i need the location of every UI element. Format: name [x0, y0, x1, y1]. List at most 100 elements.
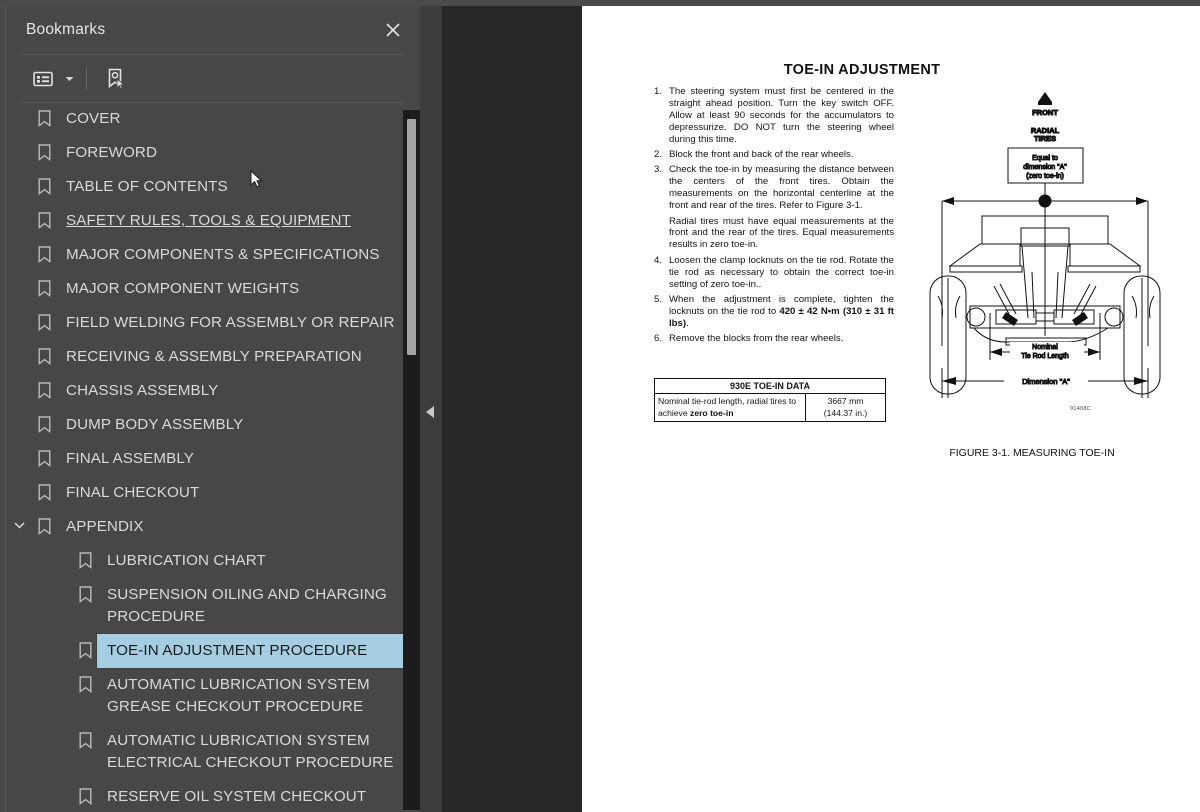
bookmark-list-scrollbar[interactable] [403, 110, 420, 810]
collapse-left-arrow-icon[interactable] [426, 406, 434, 418]
toe-in-figure: FRONT RADIAL TIRES Equal to dimension "A… [922, 88, 1172, 428]
nominal-label-1: Nominal [1032, 344, 1058, 351]
chevron-placeholder [47, 544, 73, 555]
pdf-page: TOE-IN ADJUSTMENT The steering system mu… [582, 6, 1200, 812]
chevron-placeholder [6, 102, 32, 113]
bookmark-icon [32, 272, 56, 297]
table-cell-value: 3667 mm (144.37 in.) [805, 393, 886, 422]
callout-line-1: Equal to [1032, 155, 1058, 162]
list-item: Remove the blocks from the rear wheels. [654, 333, 844, 345]
list-item: Loosen the clamp locknuts on the tie rod… [654, 254, 894, 290]
bookmark-item-appendix[interactable]: APPENDIX [6, 510, 403, 544]
bookmark-item-safety-rules-tools-equipment[interactable]: SAFETY RULES, TOOLS & EQUIPMENT [6, 204, 403, 238]
bookmark-item-label: COVER [66, 110, 121, 127]
bookmark-item-label: FOREWORD [66, 144, 158, 161]
chevron-down-icon[interactable] [62, 66, 76, 92]
list-item: When the adjustment is complete, tighten… [654, 294, 894, 330]
chevron-placeholder [47, 668, 73, 679]
callout-line-3: (zero toe-in) [1026, 173, 1064, 180]
bookmark-icon [32, 374, 56, 399]
table-header-cell: 930E TOE-IN DATA [654, 378, 886, 394]
panel-splitter[interactable] [420, 6, 442, 812]
bookmark-item-label: LUBRICATION CHART [107, 552, 266, 569]
procedure-step-list: The steering system must first be center… [654, 86, 894, 212]
chevron-down-icon[interactable] [6, 510, 32, 529]
bookmark-item-toe-in-adjustment-procedure[interactable]: TOE-IN ADJUSTMENT PROCEDURE [6, 633, 403, 669]
bookmark-item-chassis-assembly[interactable]: CHASSIS ASSEMBLY [6, 374, 403, 408]
bookmark-item-label: FINAL CHECKOUT [66, 484, 200, 501]
bookmark-icon [32, 476, 56, 501]
bookmark-icon [73, 578, 97, 603]
chevron-placeholder [6, 374, 32, 385]
list-item: Block the front and back of the rear whe… [654, 149, 854, 161]
chevron-placeholder [6, 272, 32, 283]
list-item: The steering system must first be center… [654, 86, 894, 145]
figure-caption: FIGURE 3-1. MEASURING TOE-IN [949, 447, 1115, 459]
procedure-step-list-continued: Loosen the clamp locknuts on the tie rod… [654, 255, 894, 345]
bookmarks-panel-header: Bookmarks [6, 6, 420, 54]
bookmark-icon [32, 510, 56, 535]
chevron-placeholder [6, 408, 32, 419]
bookmark-icon [73, 544, 97, 569]
bookmark-icon [32, 442, 56, 467]
toe-in-data-table: 930E TOE-IN DATA Nominal tie-rod length,… [654, 378, 886, 422]
chevron-placeholder [6, 204, 32, 215]
bookmark-item-reserve-oil-system-checkout-procedure[interactable]: RESERVE OIL SYSTEM CHECKOUT PROCEDURE [6, 780, 403, 812]
procedure-text-column: The steering system must first be center… [654, 86, 894, 349]
page-title: TOE-IN ADJUSTMENT [783, 62, 941, 78]
chevron-placeholder [47, 724, 73, 735]
toolbar-separator [86, 67, 87, 90]
bookmark-icon [73, 780, 97, 805]
bookmark-item-final-checkout[interactable]: FINAL CHECKOUT [6, 476, 403, 510]
bookmark-item-label: SUSPENSION OILING AND CHARGING PROCEDURE [107, 586, 387, 625]
bookmarks-toolbar [6, 55, 420, 102]
bookmark-item-final-assembly[interactable]: FINAL ASSEMBLY [6, 442, 403, 476]
scrollbar-thumb[interactable] [407, 119, 416, 355]
bookmark-icon [32, 170, 56, 195]
bookmark-item-major-components-specifications[interactable]: MAJOR COMPONENTS & SPECIFICATIONS [6, 238, 403, 272]
table-row: Nominal tie-rod length, radial tires to … [654, 393, 886, 422]
bookmark-item-table-of-contents[interactable]: TABLE OF CONTENTS [6, 170, 403, 204]
bookmark-item-dump-body-assembly[interactable]: DUMP BODY ASSEMBLY [6, 408, 403, 442]
bookmark-item-label: AUTOMATIC LUBRICATION SYSTEM GREASE CHEC… [107, 676, 370, 715]
bookmarks-panel: Bookmarks COVER FOREWORD TABLE OF CONTEN… [5, 6, 420, 812]
bookmark-icon [32, 238, 56, 263]
bookmark-item-major-component-weights[interactable]: MAJOR COMPONENT WEIGHTS [6, 272, 403, 306]
dimension-a-label: Dimension "A" [1022, 377, 1070, 386]
bookmark-item-label: RECEIVING & ASSEMBLY PREPARATION [66, 348, 362, 365]
drawing-number: 91408C [1070, 406, 1092, 412]
chevron-placeholder [6, 340, 32, 351]
table-cell-label: Nominal tie-rod length, radial tires to … [654, 393, 806, 422]
table-header-row: 930E TOE-IN DATA [654, 378, 886, 394]
bookmark-item-cover[interactable]: COVER [6, 102, 403, 136]
bookmark-item-lubrication-chart[interactable]: LUBRICATION CHART [6, 544, 403, 578]
chevron-placeholder [6, 136, 32, 147]
bookmark-list-container: COVER FOREWORD TABLE OF CONTENTS SAFETY RUL… [6, 102, 420, 812]
chevron-placeholder [47, 634, 73, 645]
bookmark-icon [32, 340, 56, 365]
value-metric: 3667 mm [827, 396, 864, 406]
bookmark-item-field-welding-for-assembly-or-repair[interactable]: FIELD WELDING FOR ASSEMBLY OR REPAIR [6, 306, 403, 340]
bookmark-item-suspension-oiling-and-charging-procedure[interactable]: SUSPENSION OILING AND CHARGING PROCEDURE [6, 578, 403, 634]
callout-line-2: dimension "A" [1023, 164, 1067, 171]
bookmark-icon [73, 634, 97, 659]
bookmark-options-icon[interactable] [28, 64, 58, 94]
bookmark-item-foreword[interactable]: FOREWORD [6, 136, 403, 170]
value-imperial: (144.37 in.) [823, 407, 868, 418]
bookmark-item-receiving-assembly-preparation[interactable]: RECEIVING & ASSEMBLY PREPARATION [6, 340, 403, 374]
bookmark-item-label: DUMP BODY ASSEMBLY [66, 416, 244, 433]
new-bookmark-icon[interactable] [101, 64, 131, 94]
chevron-placeholder [6, 306, 32, 317]
bookmark-item-label: CHASSIS ASSEMBLY [66, 382, 219, 399]
pdf-viewer: TOE-IN ADJUSTMENT The steering system mu… [442, 6, 1200, 812]
bookmark-item-automatic-lubrication-system-grease-checkout-procedure[interactable]: AUTOMATIC LUBRICATION SYSTEM GREASE CHEC… [6, 668, 403, 724]
center-dot [1038, 194, 1052, 208]
front-arrow-icon [1038, 92, 1052, 102]
bookmark-item-label: FINAL ASSEMBLY [66, 450, 195, 467]
close-icon[interactable] [380, 17, 406, 43]
bookmark-item-automatic-lubrication-system-electrical-checkout-procedure[interactable]: AUTOMATIC LUBRICATION SYSTEM ELECTRICAL … [6, 724, 403, 780]
bookmark-item-label: MAJOR COMPONENTS & SPECIFICATIONS [66, 246, 380, 263]
bookmark-item-label: FIELD WELDING FOR ASSEMBLY OR REPAIR [66, 314, 395, 331]
bookmark-icon [32, 408, 56, 433]
bookmark-item-label: RESERVE OIL SYSTEM CHECKOUT PROCEDURE [107, 788, 366, 812]
